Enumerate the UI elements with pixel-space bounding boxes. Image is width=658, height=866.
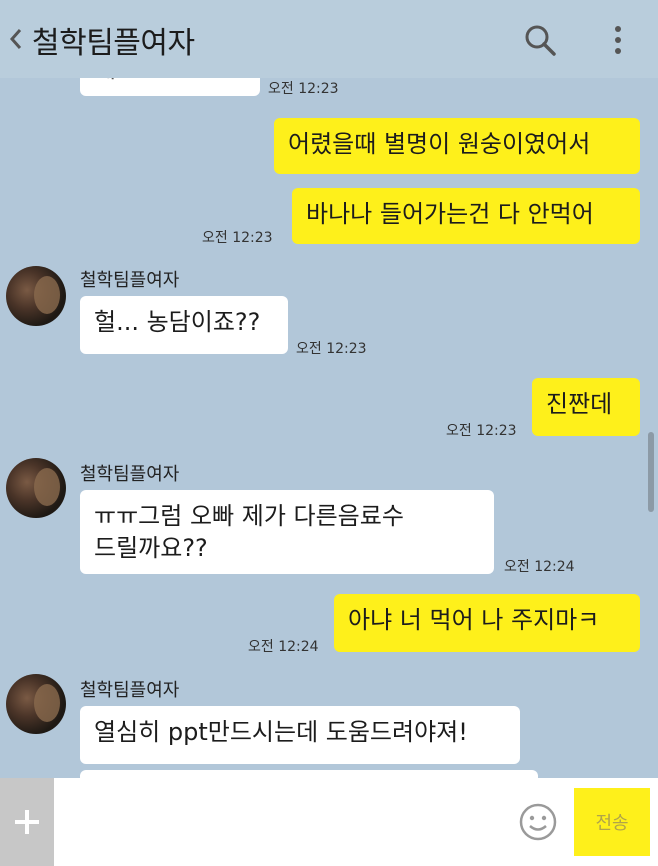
search-icon[interactable] bbox=[522, 22, 558, 58]
message-input[interactable] bbox=[62, 786, 502, 858]
my-message-bubble: 아냐 너 먹어 나 주지마ㅋ bbox=[334, 594, 640, 652]
scrollbar[interactable] bbox=[648, 432, 654, 512]
my-message-bubble: 바나나 들어가는건 다 안먹어 bbox=[292, 188, 640, 244]
message-input-bar: 전송 bbox=[0, 778, 658, 866]
emoji-icon[interactable] bbox=[518, 802, 558, 842]
their-message-bubble: 열심히 ppt만드시는데 도움드려야져! bbox=[80, 706, 520, 764]
chat-title: 철학팀플여자 bbox=[32, 26, 195, 61]
chat-header: 철학팀플여자 bbox=[0, 0, 658, 78]
chevron-left-icon[interactable] bbox=[4, 22, 26, 56]
message-text-line: ㅠㅠ그럼 오빠 제가 다른음료수 bbox=[94, 502, 404, 530]
message-text: 열심히 ppt만드시는데 도움드려야져! bbox=[94, 718, 468, 746]
message-time: 오전 12:23 bbox=[446, 423, 517, 439]
partial-message-time: 오전 12:23 bbox=[268, 81, 339, 97]
sender-avatar[interactable] bbox=[6, 458, 66, 518]
more-vertical-icon[interactable] bbox=[608, 22, 628, 58]
message-text: 바나나 들어가는건 다 안먹어 bbox=[306, 200, 594, 228]
send-button[interactable]: 전송 bbox=[574, 788, 650, 856]
message-text: 진짠데 bbox=[546, 390, 613, 418]
message-time: 오전 12:23 bbox=[296, 341, 367, 357]
message-text: 아냐 너 먹어 나 주지마ㅋ bbox=[348, 606, 600, 634]
attach-button[interactable] bbox=[0, 778, 54, 866]
their-message-bubble: 헐... 농담이죠?? bbox=[80, 296, 288, 354]
message-text: 헐... 농담이죠?? bbox=[94, 308, 261, 336]
sender-name: 철학팀플여자 bbox=[80, 464, 180, 485]
message-time: 오전 12:24 bbox=[248, 639, 319, 655]
their-message-bubble: ㅠㅠ그럼 오빠 제가 다른음료수 드릴까요?? bbox=[80, 490, 494, 574]
chat-screen: 제요???ㅠㅠ 오전 12:23 철학팀플여자 어렸을때 별명이 원숭이였어서 … bbox=[0, 0, 658, 866]
message-text-line: 드릴까요?? bbox=[94, 534, 208, 562]
sender-name: 철학팀플여자 bbox=[80, 680, 180, 701]
sender-avatar[interactable] bbox=[6, 266, 66, 326]
sender-avatar[interactable] bbox=[6, 674, 66, 734]
plus-icon bbox=[15, 810, 39, 834]
sender-name: 철학팀플여자 bbox=[80, 270, 180, 291]
message-time: 오전 12:23 bbox=[202, 230, 273, 246]
my-message-bubble: 진짠데 bbox=[532, 378, 640, 436]
my-message-bubble: 어렸을때 별명이 원숭이였어서 bbox=[274, 118, 640, 174]
message-text: 어렸을때 별명이 원숭이였어서 bbox=[288, 130, 591, 158]
message-time: 오전 12:24 bbox=[504, 559, 575, 575]
